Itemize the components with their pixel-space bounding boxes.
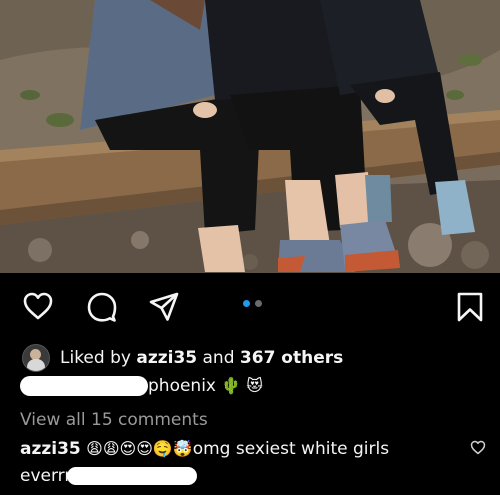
likes-prefix: Liked by — [60, 348, 131, 368]
likes-others-link[interactable]: 367 others — [240, 348, 343, 368]
likes-row: Liked by azzi35 and 367 others — [22, 344, 343, 372]
comment-bubble-icon[interactable] — [86, 291, 118, 323]
likes-connector: and — [202, 348, 235, 368]
caption-emojis: 🌵 😻 — [221, 376, 264, 395]
liker-username[interactable]: azzi35 — [136, 348, 197, 368]
post-image[interactable] — [0, 0, 500, 273]
comment-continuation: everrr — [20, 466, 198, 486]
carousel-indicator — [243, 300, 262, 307]
bookmark-icon[interactable] — [456, 291, 484, 323]
view-all-comments-link[interactable]: View all 15 comments — [20, 410, 208, 430]
liker-avatar[interactable] — [22, 344, 50, 372]
comment-emojis: 😩😩😍😍🤤🤯 — [86, 439, 193, 458]
caption-row: phoenix 🌵 😻 — [20, 376, 263, 396]
comment-text: omg sexiest white girls — [192, 439, 390, 459]
comment-like-heart-icon[interactable] — [470, 440, 486, 455]
heart-icon[interactable] — [22, 291, 54, 321]
comment-continuation-text: everrr — [20, 466, 72, 486]
post-photo-illustration — [0, 0, 500, 273]
redacted-text — [67, 467, 198, 485]
caption-text: phoenix — [148, 376, 216, 396]
comment-item: azzi35 😩😩😍😍🤤🤯omg sexiest white girls — [20, 439, 450, 459]
carousel-dot — [255, 300, 262, 307]
redacted-username — [20, 376, 148, 396]
carousel-dot-active — [243, 300, 250, 307]
comment-username[interactable]: azzi35 — [20, 439, 81, 459]
paper-plane-icon[interactable] — [148, 291, 180, 323]
